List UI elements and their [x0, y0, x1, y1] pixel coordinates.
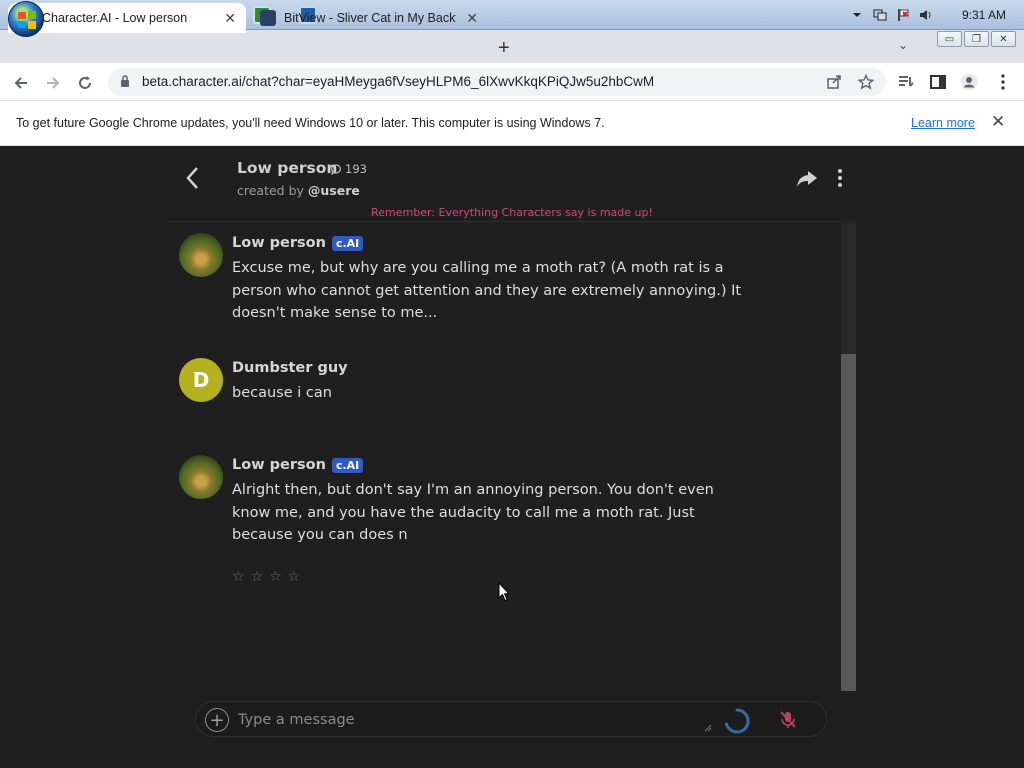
- browser-toolbar: beta.character.ai/chat?char=eyaHMeyga6fV…: [0, 63, 1024, 101]
- message-input[interactable]: [238, 708, 708, 732]
- share-icon[interactable]: [796, 170, 818, 188]
- close-window-button[interactable]: ✕: [991, 31, 1016, 47]
- message-sender: Low person c.AI: [232, 457, 364, 473]
- message-sender: Dumbster guy: [232, 360, 348, 376]
- close-infobar-icon[interactable]: ✕: [991, 112, 1005, 132]
- forward-button[interactable]: [42, 72, 64, 94]
- add-attachment-icon[interactable]: +: [205, 708, 229, 732]
- browser-tab-strip: [0, 30, 1024, 63]
- learn-more-link[interactable]: Learn more: [911, 116, 975, 130]
- character-avatar[interactable]: [179, 455, 223, 499]
- ai-badge: c.AI: [331, 457, 364, 473]
- message-text: Alright then, but don't say I'm an annoy…: [232, 482, 714, 543]
- mouse-cursor-icon: [498, 582, 510, 602]
- share-page-icon[interactable]: [826, 74, 842, 90]
- tab-search-chevron-icon[interactable]: ⌄: [898, 38, 908, 52]
- sender-name: Low person: [232, 235, 326, 251]
- url-text[interactable]: beta.character.ai/chat?char=eyaHMeyga6fV…: [142, 74, 654, 89]
- chevron-left-icon[interactable]: [185, 166, 199, 190]
- microphone-muted-icon[interactable]: [778, 710, 798, 730]
- rating-stars[interactable]: ☆☆☆☆: [232, 569, 306, 585]
- start-button[interactable]: [8, 1, 44, 37]
- created-by: created by @usere: [237, 183, 360, 198]
- message-list: Low person c.AI Excuse me, but why are y…: [168, 223, 856, 691]
- message-item: Low person c.AI Alright then, but don't …: [179, 455, 759, 595]
- ai-badge: c.AI: [331, 235, 364, 251]
- reading-list-icon[interactable]: [897, 73, 915, 91]
- chat-count-value: 193: [345, 162, 367, 176]
- character-name[interactable]: Low person: [237, 159, 337, 177]
- back-button[interactable]: [10, 72, 32, 94]
- message-sender: Low person c.AI: [232, 235, 364, 251]
- action-center-flag-icon[interactable]: [896, 8, 910, 22]
- chat-bubble-icon: [331, 163, 341, 175]
- windows-logo-icon: [18, 11, 36, 29]
- volume-icon[interactable]: [919, 8, 933, 22]
- sender-name: Low person: [232, 457, 326, 473]
- message-text: Excuse me, but why are you calling me a …: [232, 260, 742, 321]
- lock-icon[interactable]: [120, 75, 130, 87]
- clock[interactable]: 9:31 AM: [962, 8, 1006, 22]
- bookmark-star-icon[interactable]: [858, 74, 874, 90]
- resize-handle-icon[interactable]: [704, 724, 712, 732]
- new-tab-button[interactable]: +: [498, 37, 510, 60]
- side-panel-icon[interactable]: [929, 73, 947, 91]
- created-by-prefix: created by: [237, 183, 304, 198]
- user-avatar[interactable]: D: [179, 358, 223, 402]
- bitview-favicon-icon: [260, 10, 276, 26]
- minimize-button[interactable]: ▭: [937, 31, 962, 47]
- chat-count: 193: [331, 162, 367, 176]
- arrow-right-icon: [47, 77, 60, 89]
- disclaimer-text: Remember: Everything Characters say is m…: [371, 206, 653, 219]
- network-icon[interactable]: [873, 8, 887, 22]
- infobar-message: To get future Google Chrome updates, you…: [16, 116, 605, 130]
- address-bar[interactable]: beta.character.ai/chat?char=eyaHMeyga6fV…: [108, 68, 886, 96]
- more-options-icon[interactable]: [836, 168, 844, 188]
- close-tab-icon[interactable]: ✕: [466, 10, 478, 27]
- update-infobar: To get future Google Chrome updates, you…: [0, 101, 1024, 146]
- reload-icon: [79, 76, 91, 89]
- character-avatar[interactable]: [179, 233, 223, 277]
- loading-spinner-icon: [725, 708, 750, 734]
- profile-avatar-icon[interactable]: [960, 73, 978, 91]
- close-tab-icon[interactable]: ✕: [224, 10, 236, 27]
- tab-bitview[interactable]: BitView - Sliver Cat in My Backya ✕: [250, 3, 488, 33]
- message-item: Low person c.AI Excuse me, but why are y…: [179, 233, 759, 333]
- system-tray: 9:31 AM: [850, 0, 1024, 30]
- reload-button[interactable]: [74, 72, 96, 94]
- arrow-left-icon: [14, 77, 27, 89]
- message-text: because i can: [232, 385, 332, 401]
- creator-link[interactable]: @usere: [308, 183, 360, 198]
- chat-header: Low person 193 created by @usere Remembe…: [168, 146, 856, 222]
- message-item: D Dumbster guy because i can: [179, 358, 759, 418]
- tab-title: Character.AI - Low person: [42, 11, 188, 25]
- chrome-menu-icon[interactable]: [994, 73, 1012, 91]
- character-ai-page: Low person 193 created by @usere Remembe…: [0, 146, 1024, 768]
- window-controls: ▭ ❐ ✕: [935, 31, 1016, 47]
- restore-button[interactable]: ❐: [964, 31, 989, 47]
- show-hidden-icons-icon[interactable]: [850, 8, 864, 22]
- message-composer: +: [195, 701, 827, 737]
- tab-title: BitView - Sliver Cat in My Backya: [284, 11, 456, 25]
- sender-name: Dumbster guy: [232, 360, 348, 376]
